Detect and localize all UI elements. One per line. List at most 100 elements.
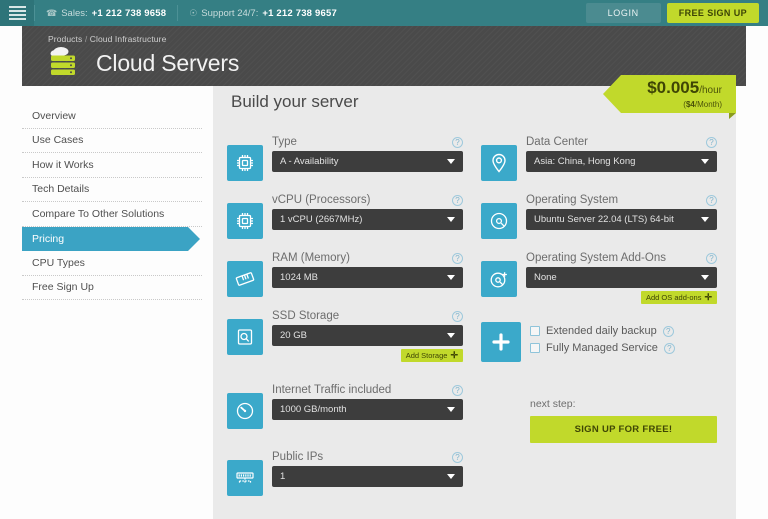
field-body: SSD Storage ? 20 GB Add Storage ✛ bbox=[272, 310, 463, 362]
os-add-ons-select[interactable]: None bbox=[526, 267, 717, 288]
help-icon[interactable]: ? bbox=[452, 385, 463, 396]
sidebar-item-compare-to-other-solutions[interactable]: Compare To Other Solutions bbox=[22, 202, 202, 227]
field-label: RAM (Memory) bbox=[272, 252, 350, 264]
sidebar-item-use-cases[interactable]: Use Cases bbox=[22, 129, 202, 153]
add-storage-button[interactable]: Add Storage ✛ bbox=[400, 349, 463, 362]
checkbox[interactable] bbox=[530, 326, 540, 336]
option-label: Extended daily backup bbox=[546, 325, 657, 337]
sidebar-item-label: Compare To Other Solutions bbox=[32, 207, 165, 220]
help-icon[interactable]: ? bbox=[452, 195, 463, 206]
page-title: Cloud Servers bbox=[96, 50, 240, 76]
login-button[interactable]: LOGIN bbox=[585, 3, 661, 23]
field-body: RAM (Memory) ? 1024 MB bbox=[272, 252, 463, 297]
select-value: None bbox=[534, 272, 557, 283]
help-icon[interactable]: ? bbox=[706, 137, 717, 148]
field-body: Data Center ? Asia: China, Hong Kong bbox=[526, 136, 717, 181]
disc-icon bbox=[481, 203, 517, 239]
field-operating-system: Operating System ? Ubuntu Server 22.04 (… bbox=[481, 194, 717, 239]
field-label: SSD Storage bbox=[272, 310, 340, 322]
option-extended-daily-backup[interactable]: Extended daily backup ? bbox=[530, 325, 675, 337]
ram-select[interactable]: 1024 MB bbox=[272, 267, 463, 288]
field-ram: RAM (Memory) ? 1024 MB bbox=[227, 252, 463, 297]
help-icon[interactable]: ? bbox=[452, 137, 463, 148]
chevron-down-icon bbox=[701, 159, 709, 164]
help-icon[interactable]: ? bbox=[452, 452, 463, 463]
type-select[interactable]: A - Availability bbox=[272, 151, 463, 172]
select-value: Ubuntu Server 22.04 (LTS) 64-bit bbox=[534, 214, 674, 225]
sales-phone[interactable]: ☎ Sales: +1 212 738 9658 bbox=[35, 0, 177, 26]
sidebar-item-label: CPU Types bbox=[32, 256, 85, 269]
free-sign-up-button[interactable]: FREE SIGN UP bbox=[666, 3, 759, 23]
sidebar-item-tech-details[interactable]: Tech Details bbox=[22, 178, 202, 202]
chevron-down-icon bbox=[447, 474, 455, 479]
headset-icon: ☉ bbox=[189, 7, 198, 18]
disc-plus-icon bbox=[481, 261, 517, 297]
sign-up-for-free-button[interactable]: SIGN UP FOR FREE! bbox=[530, 416, 717, 443]
phone-icon: ☎ bbox=[46, 7, 58, 18]
field-vcpu: vCPU (Processors) ? 1 vCPU (2667MHz) bbox=[227, 194, 463, 239]
cpu-chip-icon bbox=[227, 145, 263, 181]
sidebar-item-free-sign-up[interactable]: Free Sign Up bbox=[22, 276, 202, 300]
price-monthly: ($4/Month) bbox=[683, 100, 722, 109]
field-label: Internet Traffic included bbox=[272, 384, 392, 396]
plus-icon: ✛ bbox=[704, 292, 712, 302]
checkbox[interactable] bbox=[530, 343, 540, 353]
sidebar-item-cpu-types[interactable]: CPU Types bbox=[22, 251, 202, 276]
sidebar-item-label: Overview bbox=[32, 109, 76, 122]
help-icon[interactable]: ? bbox=[452, 311, 463, 322]
chevron-down-icon bbox=[701, 275, 709, 280]
top-bar: ☎ Sales: +1 212 738 9658 ☉ Support 24/7:… bbox=[0, 0, 768, 26]
plus-icon: ✛ bbox=[450, 350, 458, 360]
field-label: Type bbox=[272, 136, 297, 148]
help-icon[interactable]: ? bbox=[706, 195, 717, 206]
add-os-add-ons-button[interactable]: Add OS add-ons ✛ bbox=[641, 291, 717, 304]
select-value: 1 vCPU (2667MHz) bbox=[280, 214, 363, 225]
sales-label: Sales: bbox=[61, 7, 88, 19]
extras-group: Extended daily backup ? Fully Managed Se… bbox=[481, 322, 717, 362]
data-center-select[interactable]: Asia: China, Hong Kong bbox=[526, 151, 717, 172]
cpu-chip-icon bbox=[227, 203, 263, 239]
select-value: 1024 MB bbox=[280, 272, 319, 283]
operating-system-select[interactable]: Ubuntu Server 22.04 (LTS) 64-bit bbox=[526, 209, 717, 230]
public-ips-select[interactable]: 1 bbox=[272, 466, 463, 487]
select-value: A - Availability bbox=[280, 156, 339, 167]
help-icon[interactable]: ? bbox=[663, 342, 675, 354]
next-step-label: next step: bbox=[530, 398, 576, 410]
chevron-down-icon bbox=[447, 217, 455, 222]
sidebar-item-label: Pricing bbox=[32, 232, 65, 245]
right-column: Data Center ? Asia: China, Hong Kong Ope… bbox=[481, 136, 717, 509]
sidebar-item-how-it-works[interactable]: How it Works bbox=[22, 153, 202, 178]
location-pin-icon bbox=[481, 145, 517, 181]
field-os-add-ons: Operating System Add-Ons ? None Add OS a… bbox=[481, 252, 717, 304]
breadcrumb-separator: / bbox=[84, 34, 88, 44]
ssd-disk-icon bbox=[227, 319, 263, 355]
field-public-ips: Public IPs ? 1 bbox=[227, 451, 463, 496]
cloud-server-icon bbox=[48, 46, 86, 81]
sidebar-item-pricing[interactable]: Pricing bbox=[22, 226, 200, 251]
next-step-section: next step: SIGN UP FOR FREE! bbox=[481, 398, 717, 443]
hamburger-menu-icon[interactable] bbox=[0, 0, 34, 26]
help-icon[interactable]: ? bbox=[662, 325, 674, 337]
price-unit: /hour bbox=[699, 85, 722, 96]
support-phone[interactable]: ☉ Support 24/7: +1 212 738 9657 bbox=[178, 0, 348, 26]
form-columns: Type ? A - Availability vCPU (Processors… bbox=[227, 136, 722, 509]
field-label: vCPU (Processors) bbox=[272, 194, 371, 206]
sidebar-item-label: Free Sign Up bbox=[32, 281, 94, 294]
help-icon[interactable]: ? bbox=[706, 253, 717, 264]
chevron-down-icon bbox=[447, 159, 455, 164]
add-storage-label: Add Storage bbox=[405, 351, 448, 360]
ssd-storage-select[interactable]: 20 GB bbox=[272, 325, 463, 346]
sidebar-item-overview[interactable]: Overview bbox=[22, 104, 202, 129]
chevron-down-icon bbox=[447, 275, 455, 280]
sales-number: +1 212 738 9658 bbox=[91, 7, 167, 19]
vcpu-select[interactable]: 1 vCPU (2667MHz) bbox=[272, 209, 463, 230]
sidebar-item-label: How it Works bbox=[32, 158, 94, 171]
option-fully-managed-service[interactable]: Fully Managed Service ? bbox=[530, 342, 675, 354]
add-os-add-ons-label: Add OS add-ons bbox=[646, 293, 702, 302]
internet-traffic-select[interactable]: 1000 GB/month bbox=[272, 399, 463, 420]
breadcrumb-cloud-infrastructure[interactable]: Cloud Infrastructure bbox=[90, 34, 167, 44]
field-body: Operating System ? Ubuntu Server 22.04 (… bbox=[526, 194, 717, 239]
breadcrumb-products[interactable]: Products bbox=[48, 34, 82, 44]
help-icon[interactable]: ? bbox=[452, 253, 463, 264]
breadcrumb: Products / Cloud Infrastructure bbox=[48, 34, 746, 44]
